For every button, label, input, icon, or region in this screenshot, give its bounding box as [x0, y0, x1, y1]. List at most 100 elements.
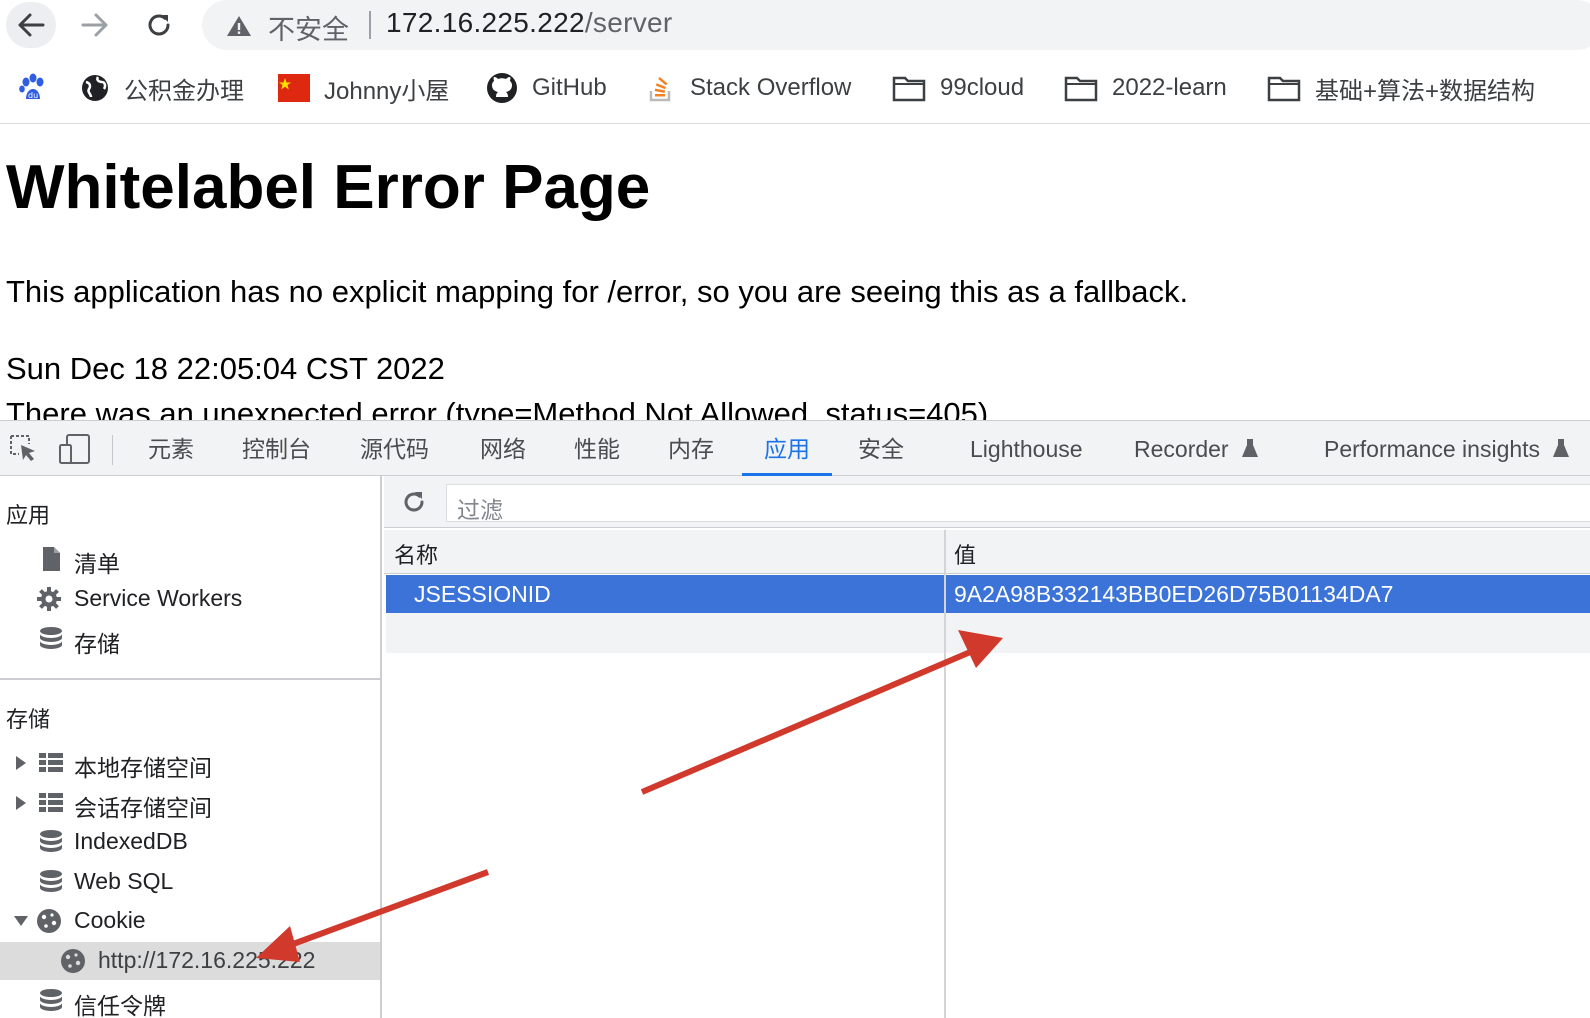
sidebar-item-indexeddb[interactable]: IndexedDB [0, 823, 380, 861]
sidebar-item-label: Service Workers [74, 585, 243, 611]
bookmark-folder-algorithms[interactable]: 基础+算法+数据结构 [1267, 70, 1535, 106]
cookie-icon [61, 949, 85, 973]
sidebar-item-trust-tokens[interactable]: 信任令牌 [0, 982, 380, 1018]
security-label[interactable]: 不安全 [268, 8, 349, 47]
expand-arrow-icon[interactable] [16, 756, 26, 770]
tab-console[interactable]: 控制台 [242, 421, 311, 476]
sidebar-item-label: IndexedDB [74, 828, 188, 854]
bookmark-gjj[interactable]: 公积金办理 [80, 70, 244, 106]
refresh-icon[interactable] [400, 488, 428, 516]
tab-performance-insights-label: Performance insights [1324, 436, 1541, 462]
tab-application[interactable]: 应用 [742, 421, 832, 476]
tab-security[interactable]: 安全 [858, 421, 904, 476]
url-path: /server [584, 7, 673, 38]
inspect-element-icon[interactable] [8, 433, 40, 465]
table-row-empty [386, 613, 1590, 653]
column-header-name[interactable]: 名称 [394, 538, 438, 570]
bookmark-label: GitHub [532, 74, 607, 101]
arrow-left-icon [18, 13, 45, 37]
bookmark-github[interactable]: GitHub [486, 70, 607, 106]
devtools-tabbar: 元素 控制台 源代码 网络 性能 内存 应用 安全 Lighthouse Rec… [0, 420, 1590, 476]
tab-recorder-label: Recorder [1134, 436, 1229, 462]
filter-input[interactable]: 过滤 [446, 484, 1590, 523]
arrow-right-icon [81, 13, 108, 37]
tab-memory[interactable]: 内存 [668, 421, 714, 476]
bookmark-label: 公积金办理 [124, 77, 244, 105]
folder-icon [892, 76, 926, 102]
bookmark-baidu[interactable]: du [18, 70, 62, 106]
bookmark-folder-99cloud[interactable]: 99cloud [892, 70, 1024, 106]
svg-text:du: du [28, 91, 38, 100]
document-icon [43, 547, 60, 571]
sidebar-item-label: Web SQL [74, 868, 174, 894]
bookmarks-bar: du 公积金办理 Johnny小屋 GitHub Stack Overflow … [0, 66, 1590, 110]
error-details: There was an unexpected error (type=Meth… [6, 396, 997, 420]
sidebar-divider [0, 678, 380, 680]
column-divider[interactable] [944, 530, 946, 1018]
tab-sources[interactable]: 源代码 [360, 421, 429, 476]
sidebar-item-session-storage[interactable]: 会话存储空间 [0, 784, 380, 822]
bookmark-label: Stack Overflow [690, 74, 852, 101]
expand-arrow-icon[interactable] [16, 796, 26, 810]
sidebar-item-web-sql[interactable]: Web SQL [0, 863, 380, 901]
database-icon [40, 989, 62, 1011]
database-icon [40, 830, 62, 852]
omnibox-separator [369, 11, 371, 39]
cookie-panel: 过滤 名称 值 JSESSIONID 9A2A98B332143BB0ED26D… [384, 476, 1590, 1018]
database-icon [40, 627, 62, 649]
sidebar-item-label: 信任令牌 [74, 993, 166, 1018]
tab-lighthouse[interactable]: Lighthouse [970, 421, 1083, 476]
tab-recorder[interactable]: Recorder [1134, 421, 1259, 476]
flask-icon [1553, 439, 1570, 457]
gear-icon [37, 587, 61, 611]
reload-icon [148, 14, 170, 36]
url-host: 172.16.225.222 [386, 7, 585, 38]
tab-elements[interactable]: 元素 [148, 421, 194, 476]
sidebar-item-cookie-origin[interactable]: http://172.16.225.222 [0, 942, 380, 980]
china-flag-icon [278, 74, 310, 102]
browser-chrome: 不安全 172.16.225.222/server du 公积金办理 Johnn… [0, 0, 1590, 124]
bookmark-label: Johnny小屋 [324, 77, 450, 105]
device-toolbar-icon[interactable] [58, 433, 92, 465]
tab-network[interactable]: 网络 [480, 421, 526, 476]
cookie-value-cell: 9A2A98B332143BB0ED26D75B01134DA7 [954, 581, 1394, 607]
bookmark-folder-2022-learn[interactable]: 2022-learn [1064, 70, 1227, 106]
tabbar-separator [112, 435, 113, 465]
table-icon [39, 793, 63, 812]
bookmark-label: 基础+算法+数据结构 [1315, 77, 1536, 105]
bookmark-label: 99cloud [940, 74, 1025, 101]
application-sidebar: 应用 清单 Service Workers 存储 存储 本地存储空间 会话存储空… [0, 476, 382, 1018]
database-icon [40, 870, 62, 892]
bookmark-johnny[interactable]: Johnny小屋 [278, 70, 449, 106]
error-message: This application has no explicit mapping… [6, 274, 1189, 309]
sidebar-item-local-storage[interactable]: 本地存储空间 [0, 744, 380, 782]
collapse-arrow-icon[interactable] [14, 916, 28, 926]
error-timestamp: Sun Dec 18 22:05:04 CST 2022 [6, 351, 445, 386]
sidebar-item-service-workers[interactable]: Service Workers [0, 580, 380, 618]
table-row[interactable]: JSESSIONID 9A2A98B332143BB0ED26D75B01134… [386, 575, 1590, 613]
back-button[interactable] [6, 2, 56, 48]
cookie-toolbar: 过滤 [384, 476, 1590, 528]
tab-performance[interactable]: 性能 [574, 421, 620, 476]
forward-button[interactable] [70, 2, 120, 48]
navigation-bar: 不安全 172.16.225.222/server [0, 0, 1590, 54]
warning-icon [227, 16, 251, 36]
tab-performance-insights[interactable]: Performance insights [1324, 421, 1570, 476]
bookmark-stackoverflow[interactable]: Stack Overflow [646, 70, 851, 106]
sidebar-item-cookies[interactable]: Cookie [0, 902, 380, 940]
sidebar-item-manifest[interactable]: 清单 [0, 540, 380, 578]
folder-icon [1267, 76, 1301, 102]
reload-button[interactable] [134, 2, 184, 48]
baidu-paw-icon: du [19, 73, 44, 100]
bookmark-label: 2022-learn [1112, 74, 1227, 101]
sidebar-item-label: 存储 [74, 631, 120, 657]
sidebar-section-storage: 存储 [6, 707, 51, 732]
sidebar-item-storage-overview[interactable]: 存储 [0, 620, 380, 658]
table-icon [39, 753, 63, 772]
address-bar[interactable]: 不安全 172.16.225.222/server [202, 0, 1590, 50]
cookie-name-cell: JSESSIONID [414, 581, 551, 607]
column-header-value[interactable]: 值 [954, 538, 976, 570]
url-text[interactable]: 172.16.225.222/server [386, 7, 673, 39]
stackoverflow-icon [649, 77, 671, 102]
folder-icon [1064, 76, 1098, 102]
